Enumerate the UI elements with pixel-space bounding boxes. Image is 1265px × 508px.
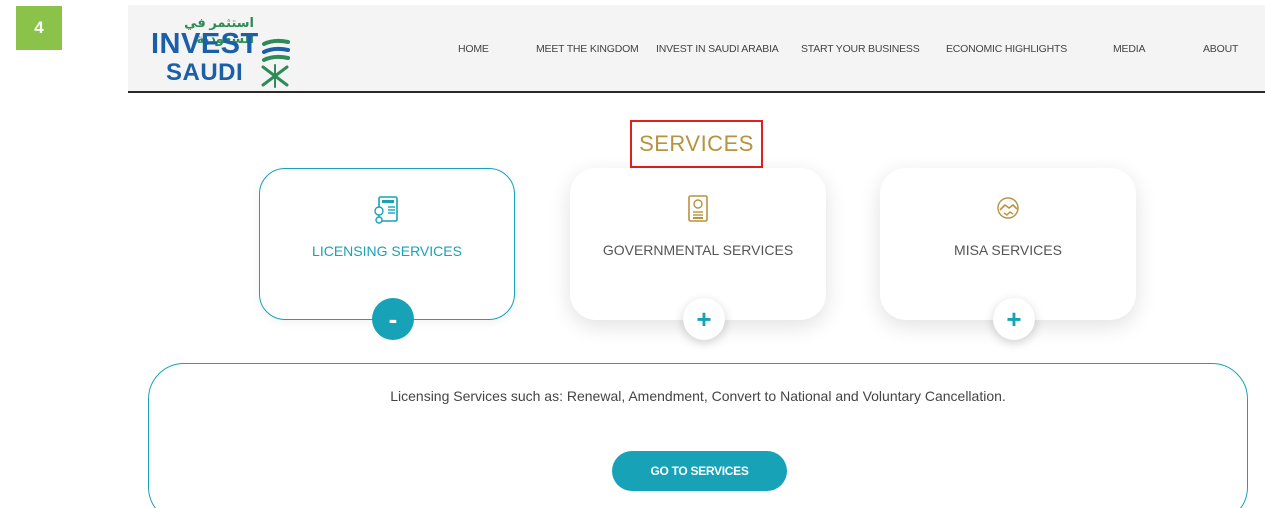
services-heading: SERVICES [630, 120, 763, 168]
licensing-description: Licensing Services such as: Renewal, Ame… [390, 388, 1006, 404]
nav-home[interactable]: HOME [458, 43, 489, 55]
licensing-detail-panel: Licensing Services such as: Renewal, Ame… [148, 363, 1248, 508]
site-header: استثمر في السعودية INVEST SAUDI HOME MEE… [128, 5, 1265, 93]
logo-saudi-text: SAUDI [166, 59, 244, 86]
governmental-services-card[interactable]: GOVERNMENTAL SERVICES [570, 168, 826, 320]
logo-wave-mark-icon [262, 38, 290, 62]
licensing-services-card[interactable]: LICENSING SERVICES [259, 168, 515, 320]
handshake-icon [991, 192, 1025, 226]
expand-misa-button[interactable]: + [993, 298, 1035, 340]
governmental-services-label: GOVERNMENTAL SERVICES [602, 242, 794, 258]
nav-meet-the-kingdom[interactable]: MEET THE KINGDOM [536, 43, 639, 55]
logo-invest-text: INVEST [151, 28, 259, 60]
step-number-badge: 4 [16, 6, 62, 50]
logo-swords-mark-icon [261, 64, 289, 88]
nav-start-your-business[interactable]: START YOUR BUSINESS [801, 43, 920, 55]
government-document-icon [681, 192, 715, 226]
nav-media[interactable]: MEDIA [1113, 43, 1145, 55]
nav-about[interactable]: ABOUT [1203, 43, 1238, 55]
licensing-services-label: LICENSING SERVICES [312, 243, 462, 259]
license-document-icon [370, 193, 404, 227]
collapse-licensing-button[interactable]: - [372, 298, 414, 340]
misa-services-label: MISA SERVICES [954, 242, 1062, 258]
invest-saudi-logo[interactable]: استثمر في السعودية INVEST SAUDI [150, 13, 290, 89]
nav-invest-in-saudi-arabia[interactable]: INVEST IN SAUDI ARABIA [656, 43, 779, 55]
misa-services-card[interactable]: MISA SERVICES [880, 168, 1136, 320]
nav-economic-highlights[interactable]: ECONOMIC HIGHLIGHTS [946, 43, 1067, 55]
expand-governmental-button[interactable]: + [683, 298, 725, 340]
go-to-services-button[interactable]: GO TO SERVICES [612, 451, 787, 491]
